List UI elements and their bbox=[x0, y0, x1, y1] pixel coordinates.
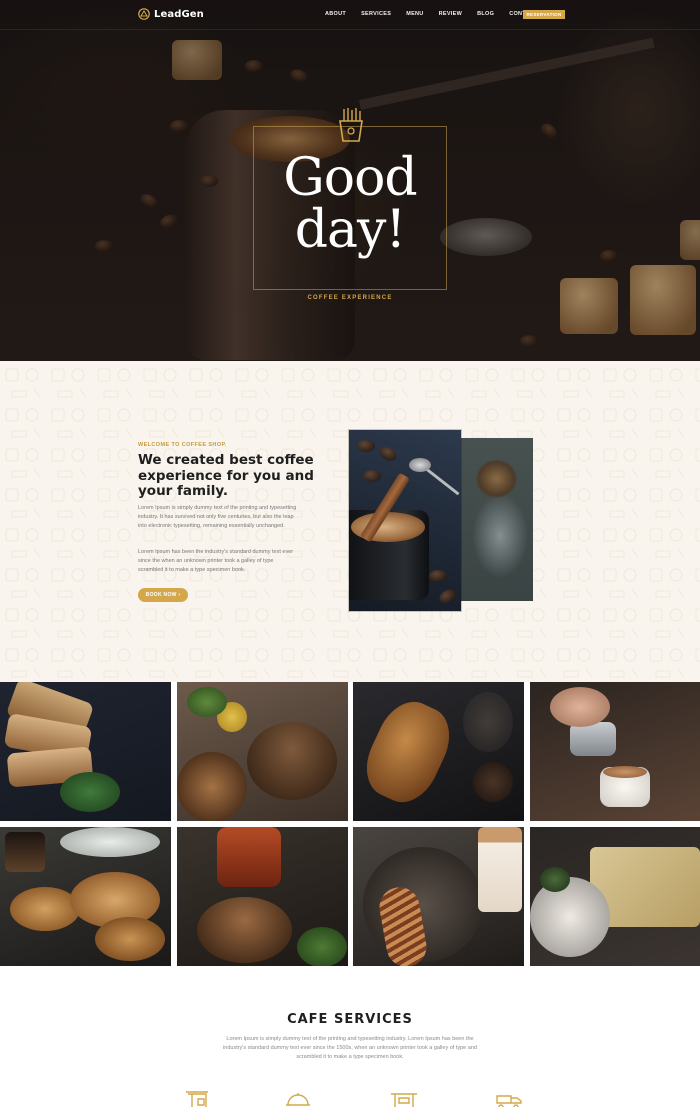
coffee-bean bbox=[429, 570, 447, 582]
reservation-button[interactable]: RESERVATION bbox=[523, 10, 565, 19]
book-now-button[interactable]: BOOK NOW › bbox=[138, 588, 188, 602]
coffee-bean bbox=[357, 440, 375, 452]
welcome-paragraph-1: Lorem Ipsum is simply dummy text of the … bbox=[138, 505, 297, 529]
mixer-icon bbox=[391, 1093, 417, 1107]
gallery-tile-eclair[interactable] bbox=[353, 827, 524, 966]
coffee-bean bbox=[437, 586, 459, 606]
gallery-section bbox=[0, 682, 700, 966]
spoon bbox=[409, 458, 431, 472]
coffee-cup-image bbox=[349, 430, 461, 611]
gallery-tile-croissants[interactable] bbox=[0, 827, 171, 966]
coffee-machine-icon bbox=[186, 1091, 208, 1107]
nav-link-blog[interactable]: BLOG bbox=[477, 11, 494, 17]
biscuits-jar-image bbox=[460, 438, 533, 601]
nav-links: ABOUT SERVICES MENU REVIEW BLOG CONTACT bbox=[325, 11, 553, 17]
logo-icon bbox=[138, 8, 150, 20]
hero-title-line-2: day! bbox=[294, 200, 407, 260]
gallery-tile-burger[interactable] bbox=[177, 827, 348, 966]
nav-link-services[interactable]: SERVICES bbox=[361, 11, 391, 17]
services-title: CAFE SERVICES bbox=[287, 1012, 413, 1027]
services-section: CAFE SERVICES Lorem Ipsum is simply dumm… bbox=[0, 966, 700, 1107]
gallery-tile-toast[interactable] bbox=[0, 682, 171, 821]
services-description: Lorem Ipsum is simply dummy text of the … bbox=[223, 1036, 477, 1060]
nav-link-review[interactable]: REVIEW bbox=[439, 11, 463, 17]
gallery-tile-crackers[interactable] bbox=[530, 827, 700, 966]
hero-title-line-1: Good bbox=[283, 148, 417, 208]
logo-text: LeadGen bbox=[154, 8, 204, 20]
gallery-tile-bread[interactable] bbox=[177, 682, 348, 821]
welcome-paragraph-2: Lorem Ipsum has been the industry's stan… bbox=[138, 549, 294, 573]
hero-section: LeadGen ABOUT SERVICES MENU REVIEW BLOG … bbox=[0, 0, 700, 361]
welcome-eyebrow: WELCOME TO COFFEE SHOP. bbox=[138, 442, 227, 448]
logo[interactable]: LeadGen bbox=[138, 8, 204, 20]
gallery-tile-croissant[interactable] bbox=[353, 682, 524, 821]
welcome-title: We created best coffee experience for yo… bbox=[138, 452, 314, 499]
coffee-bean bbox=[377, 444, 399, 464]
hero-subtitle-wrap: COFFEE EXPERIENCE bbox=[253, 287, 447, 305]
welcome-section: WELCOME TO COFFEE SHOP. We created best … bbox=[0, 361, 700, 682]
spoon-handle bbox=[426, 468, 460, 496]
gallery-tile-latte[interactable] bbox=[530, 682, 700, 821]
fries-icon bbox=[339, 108, 363, 142]
cloche-icon bbox=[286, 1093, 310, 1106]
coffee-bean bbox=[363, 470, 381, 482]
hero-title: Good day! bbox=[200, 152, 500, 256]
delivery-icon bbox=[496, 1095, 522, 1107]
top-navigation: LeadGen ABOUT SERVICES MENU REVIEW BLOG … bbox=[0, 0, 700, 30]
services-icons bbox=[0, 1090, 700, 1107]
nav-link-about[interactable]: ABOUT bbox=[325, 11, 346, 17]
hero-subtitle: COFFEE EXPERIENCE bbox=[307, 295, 393, 301]
nav-link-menu[interactable]: MENU bbox=[406, 11, 423, 17]
